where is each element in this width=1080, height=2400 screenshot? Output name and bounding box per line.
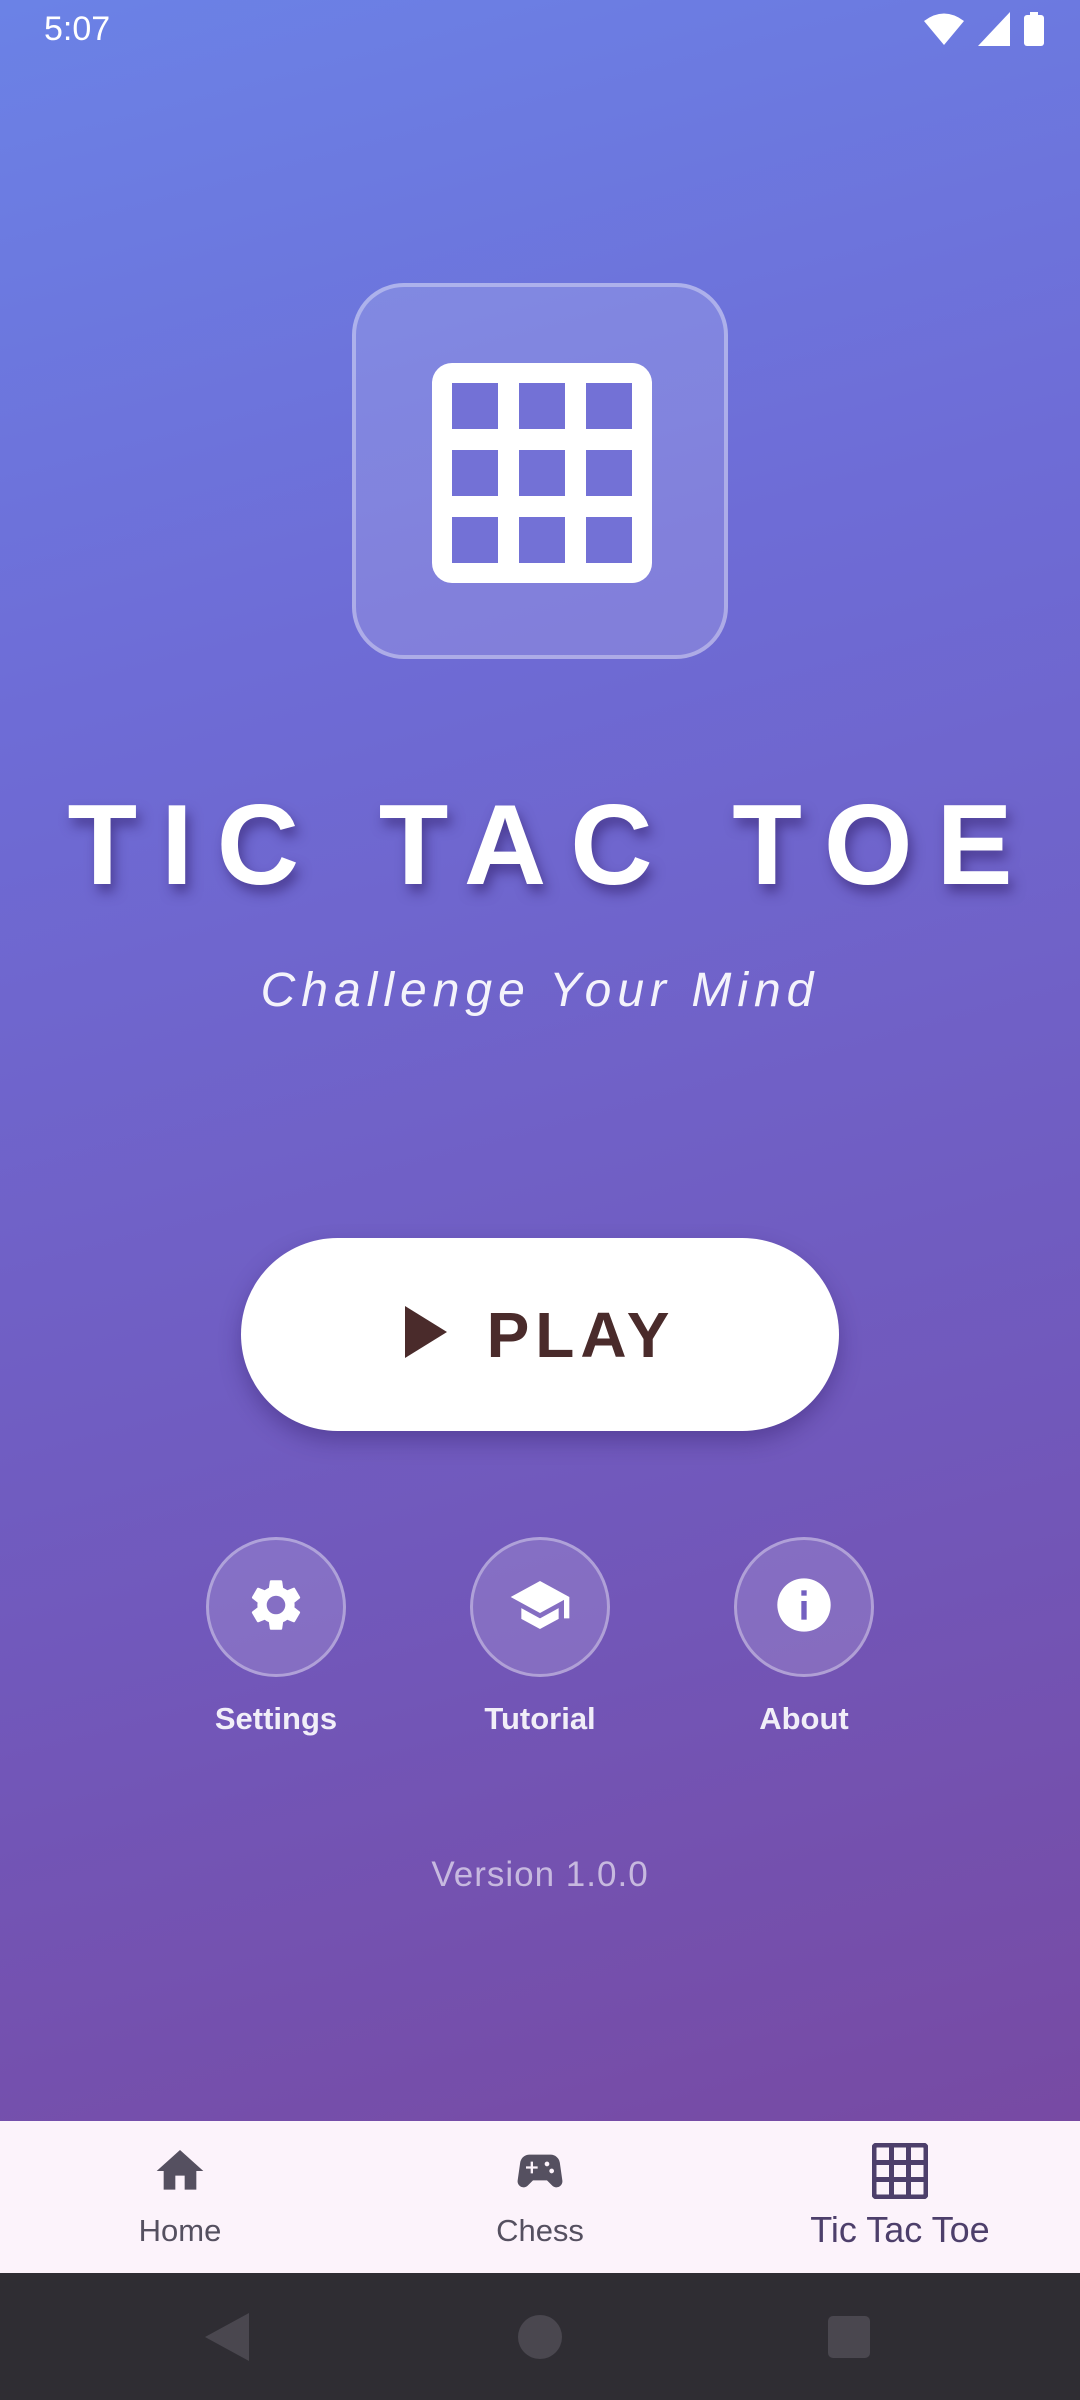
- nav-label-tic-tac-toe: Tic Tac Toe: [810, 2209, 990, 2250]
- about-button[interactable]: About: [694, 1537, 914, 1737]
- gear-icon: [245, 1574, 307, 1641]
- home-button[interactable]: [518, 2313, 562, 2366]
- status-bar: 5:07: [0, 0, 1080, 62]
- main-screen: 5:07 TIC TAC TOE Challenge Your Mind PLA…: [0, 0, 1080, 2121]
- nav-label-chess: Chess: [496, 2213, 584, 2248]
- nav-item-tic-tac-toe[interactable]: Tic Tac Toe: [720, 2121, 1080, 2273]
- tutorial-button[interactable]: Tutorial: [430, 1537, 650, 1737]
- version-text: Version 1.0.0: [431, 1855, 649, 1894]
- app-logo: [352, 283, 728, 659]
- cellular-signal-icon: [978, 12, 1010, 46]
- nav-item-chess[interactable]: Chess: [360, 2121, 720, 2273]
- app-subtitle: Challenge Your Mind: [260, 964, 820, 1017]
- nav-item-home[interactable]: Home: [0, 2121, 360, 2273]
- battery-icon: [1024, 12, 1044, 46]
- app-title: TIC TAC TOE: [67, 782, 1037, 909]
- bottom-nav: Home Chess Tic Tac Toe: [0, 2121, 1080, 2273]
- recents-button[interactable]: [828, 2313, 870, 2366]
- play-button-label: PLAY: [486, 1298, 676, 1371]
- status-time: 5:07: [44, 10, 111, 48]
- play-icon: [404, 1306, 447, 1363]
- info-icon: [772, 1573, 836, 1642]
- about-circle[interactable]: [734, 1537, 874, 1677]
- about-label: About: [759, 1701, 849, 1736]
- tutorial-circle[interactable]: [470, 1537, 610, 1677]
- nav-label-home: Home: [138, 2213, 222, 2248]
- tutorial-label: Tutorial: [484, 1701, 596, 1736]
- play-button[interactable]: PLAY: [241, 1238, 839, 1431]
- settings-circle[interactable]: [206, 1537, 346, 1677]
- system-nav-bar: [0, 2273, 1080, 2400]
- status-icons: [924, 12, 1044, 46]
- back-button[interactable]: [205, 2313, 249, 2366]
- settings-button[interactable]: Settings: [166, 1537, 386, 1737]
- settings-label: Settings: [214, 1701, 338, 1736]
- graduation-cap-icon: [508, 1573, 572, 1642]
- wifi-icon: [924, 12, 964, 46]
